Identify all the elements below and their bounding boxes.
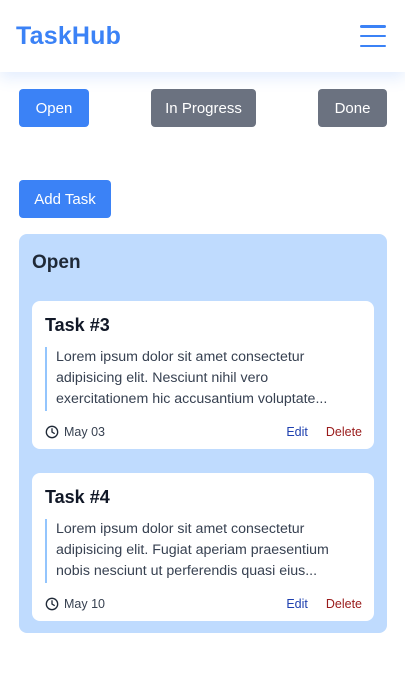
menu-bar bbox=[360, 34, 386, 38]
menu-bar bbox=[360, 25, 386, 28]
column-title: Open bbox=[32, 252, 81, 273]
filter-done-button[interactable]: Done bbox=[318, 89, 387, 127]
filter-open-button[interactable]: Open bbox=[19, 89, 89, 127]
menu-bar bbox=[360, 44, 386, 47]
task-footer: May 03 Edit Delete bbox=[45, 423, 362, 441]
task-card[interactable]: Task #4 Lorem ipsum dolor sit amet conse… bbox=[32, 473, 374, 621]
clock-icon bbox=[45, 597, 59, 611]
task-description: Lorem ipsum dolor sit amet consectetur a… bbox=[45, 347, 363, 411]
task-actions: Edit Delete bbox=[286, 597, 362, 611]
delete-task-link[interactable]: Delete bbox=[326, 597, 362, 611]
task-title: Task #3 bbox=[45, 315, 110, 335]
delete-task-link[interactable]: Delete bbox=[326, 425, 362, 439]
edit-task-link[interactable]: Edit bbox=[286, 425, 308, 439]
clock-icon bbox=[45, 425, 59, 439]
task-date: May 10 bbox=[45, 597, 105, 611]
task-card[interactable]: Task #3 Lorem ipsum dolor sit amet conse… bbox=[32, 301, 374, 449]
edit-task-link[interactable]: Edit bbox=[286, 597, 308, 611]
hamburger-menu-icon[interactable] bbox=[360, 25, 386, 47]
task-description: Lorem ipsum dolor sit amet consectetur a… bbox=[45, 519, 363, 583]
app-header: TaskHub bbox=[0, 0, 405, 72]
task-footer: May 10 Edit Delete bbox=[45, 595, 362, 613]
task-actions: Edit Delete bbox=[286, 425, 362, 439]
open-column: Open Task #3 Lorem ipsum dolor sit amet … bbox=[19, 234, 387, 633]
task-date-text: May 10 bbox=[64, 597, 105, 611]
filter-in-progress-button[interactable]: In Progress bbox=[151, 89, 256, 127]
add-task-button[interactable]: Add Task bbox=[19, 180, 111, 218]
task-date-text: May 03 bbox=[64, 425, 105, 439]
app-logo-title[interactable]: TaskHub bbox=[16, 22, 121, 51]
task-title: Task #4 bbox=[45, 487, 110, 507]
task-date: May 03 bbox=[45, 425, 105, 439]
